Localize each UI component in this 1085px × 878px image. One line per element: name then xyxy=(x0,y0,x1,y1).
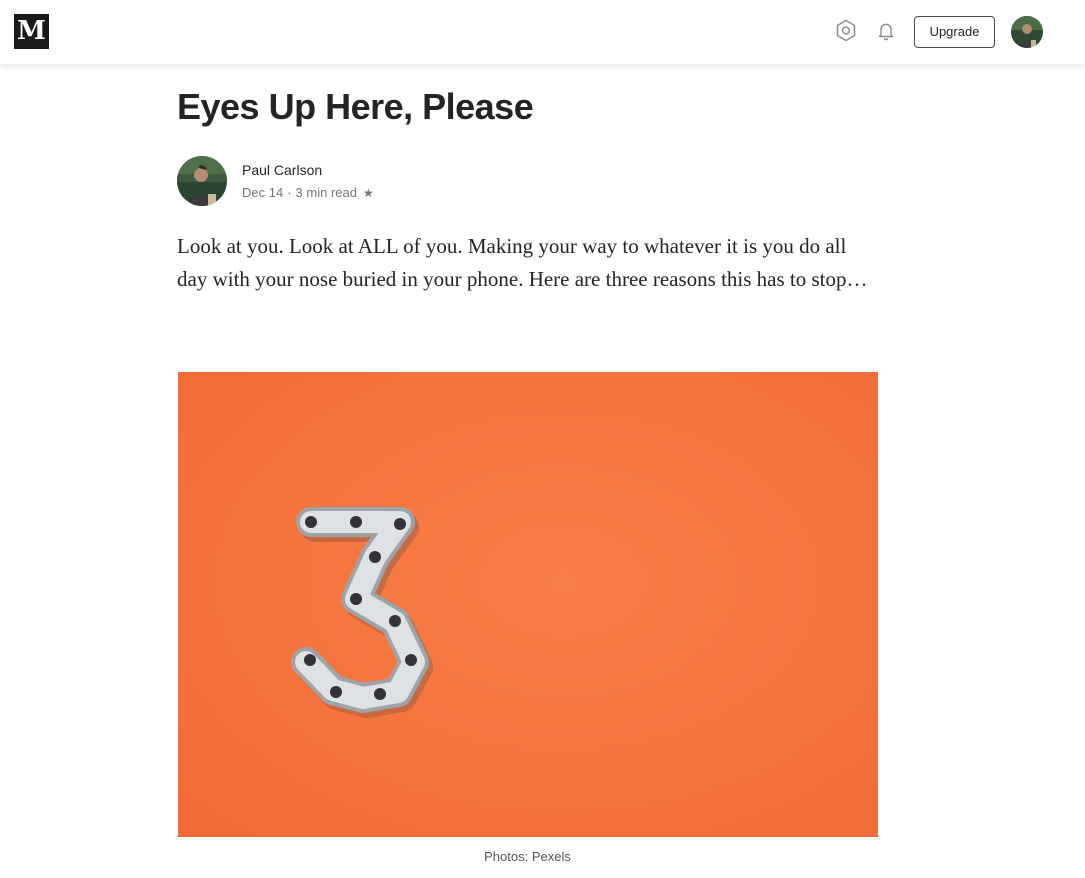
author-name-link[interactable]: Paul Carlson xyxy=(242,162,322,178)
article-title: Eyes Up Here, Please xyxy=(177,86,534,127)
user-avatar[interactable] xyxy=(1011,16,1043,48)
article-intro: Look at you. Look at ALL of you. Making … xyxy=(177,234,868,291)
hero-image[interactable] xyxy=(178,372,878,837)
bike-chain-number-three-image xyxy=(178,372,878,837)
member-star-icon: ★ xyxy=(362,186,374,200)
notifications-button[interactable] xyxy=(873,18,899,44)
upgrade-button[interactable]: Upgrade xyxy=(914,16,995,48)
post-meta: Dec 14 · 3 min read ★ xyxy=(242,185,374,200)
top-navigation-bar: M Upgrade xyxy=(0,0,1085,64)
author-avatar[interactable] xyxy=(177,156,227,206)
user-avatar-image xyxy=(1011,16,1043,48)
medium-logo[interactable]: M xyxy=(14,14,49,49)
image-caption: Photos: Pexels xyxy=(484,849,571,864)
settings-icon xyxy=(836,19,856,42)
author-avatar-image xyxy=(177,156,227,206)
post-date: Dec 14 xyxy=(242,185,284,200)
author-byline: Paul Carlson Dec 14 · 3 min read ★ xyxy=(177,156,577,206)
read-time: 3 min read xyxy=(295,185,357,200)
bell-icon xyxy=(878,23,894,41)
meta-separator: · xyxy=(287,185,292,200)
settings-button[interactable] xyxy=(833,18,859,44)
